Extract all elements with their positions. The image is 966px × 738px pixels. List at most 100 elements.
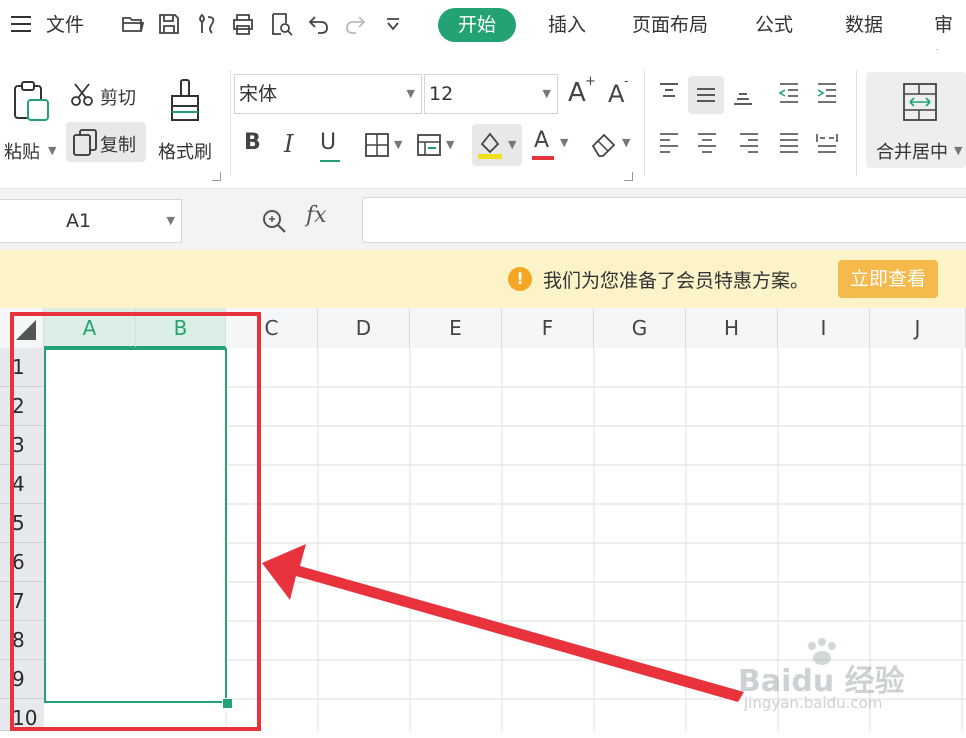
save-icon[interactable] — [156, 11, 182, 37]
align-left-icon — [660, 133, 678, 153]
align-bottom-button[interactable] — [730, 80, 758, 110]
align-center-button[interactable] — [694, 130, 722, 160]
chevron-down-icon: ▼ — [446, 138, 455, 151]
copy-label: 复制 — [100, 135, 136, 156]
copy-icon — [73, 129, 97, 156]
align-right-button[interactable] — [736, 130, 764, 160]
clipboard-icon — [14, 81, 49, 121]
baidu-jingyan-watermark: Baidu 经验 jingyan.baidu.com — [738, 638, 948, 718]
italic-button[interactable]: I — [284, 130, 306, 160]
zoom-search-icon[interactable] — [260, 207, 288, 235]
tab-review[interactable]: 审阅 — [934, 8, 966, 70]
fill-color-button[interactable]: ▼ — [472, 124, 522, 166]
increase-indent-button[interactable] — [814, 80, 842, 110]
paste-button[interactable]: 粘贴 ▼ — [4, 78, 56, 166]
justify-button[interactable] — [776, 130, 804, 160]
name-box-value: A1 — [66, 210, 92, 232]
tab-home[interactable]: 开始 — [438, 8, 517, 42]
name-box[interactable]: A1 ▼ — [0, 199, 182, 243]
align-left-button[interactable] — [656, 130, 684, 160]
formula-input[interactable] — [362, 197, 966, 243]
align-right-icon — [740, 133, 758, 153]
cell-style-button[interactable]: ▼ — [416, 132, 456, 160]
decrease-font-size-button[interactable]: A - — [608, 74, 636, 110]
scissors-icon — [71, 83, 93, 106]
warning-icon: ! — [508, 267, 532, 291]
merge-center-button[interactable]: 合并居中 ▼ — [866, 72, 966, 168]
undo-icon[interactable] — [306, 11, 332, 37]
distributed-align-icon — [816, 134, 838, 153]
plus-icon: + — [585, 74, 596, 89]
increase-font-icon: A — [568, 78, 586, 108]
distributed-align-button[interactable] — [814, 130, 842, 160]
font-name-value: 宋体 — [239, 83, 278, 105]
merge-center-label: 合并居中 — [876, 142, 948, 163]
chevron-down-icon: ▼ — [406, 87, 415, 100]
decrease-font-icon: A — [608, 80, 625, 108]
font-color-button[interactable]: A ▼ — [532, 128, 572, 164]
tab-data[interactable]: 数据 — [845, 8, 883, 42]
file-menu[interactable]: 文件 — [46, 8, 84, 42]
brush-icon — [171, 79, 199, 121]
view-now-button[interactable]: 立即查看 — [838, 260, 938, 298]
font-group-launcher-icon[interactable] — [624, 172, 633, 181]
chevron-down-icon: ▼ — [622, 136, 631, 149]
minus-icon: - — [624, 74, 629, 89]
increase-indent-icon — [817, 83, 836, 103]
cut-label: 剪切 — [100, 88, 136, 109]
customize-dropdown-icon[interactable] — [380, 11, 406, 37]
align-middle-button[interactable] — [688, 76, 724, 114]
font-color-icon: A — [534, 128, 550, 153]
font-name-select[interactable]: 宋体 ▼ — [234, 74, 422, 114]
font-size-select[interactable]: 12 ▼ — [424, 74, 558, 114]
merge-cells-icon — [903, 83, 937, 121]
bold-icon: B — [244, 130, 261, 155]
paint-bucket-icon — [478, 132, 502, 159]
open-folder-icon[interactable] — [120, 11, 146, 37]
chevron-down-icon: ▼ — [560, 136, 569, 149]
print-icon[interactable] — [230, 11, 256, 37]
align-top-button[interactable] — [656, 80, 684, 110]
clipboard-group-launcher-icon[interactable] — [212, 172, 221, 181]
tab-formulas[interactable]: 公式 — [755, 8, 793, 42]
chevron-down-icon: ▼ — [542, 87, 551, 100]
chevron-down-icon: ▼ — [394, 138, 403, 151]
decrease-indent-icon — [778, 83, 798, 103]
print-preview-icon[interactable] — [268, 11, 294, 37]
borders-button[interactable]: ▼ — [364, 132, 404, 160]
spreadsheet-grid[interactable]: A B C D E F G H I J 1 2 3 4 5 6 7 8 9 10… — [0, 308, 966, 731]
eraser-icon — [591, 133, 616, 157]
justify-icon — [780, 133, 798, 153]
align-top-icon — [660, 83, 678, 97]
notice-message: 我们为您准备了会员特惠方案。 — [543, 270, 810, 292]
align-bottom-icon — [734, 93, 752, 105]
paste-dropdown-icon[interactable]: ▼ — [48, 144, 56, 157]
copy-button[interactable]: 复制 — [66, 122, 146, 162]
bold-button[interactable]: B — [244, 130, 266, 160]
decrease-indent-button[interactable] — [776, 80, 804, 110]
tab-page-layout[interactable]: 页面布局 — [632, 8, 708, 42]
cut-button[interactable]: 剪切 — [70, 78, 150, 112]
tab-insert[interactable]: 插入 — [548, 8, 586, 42]
align-center-icon — [698, 133, 716, 153]
underline-icon: U — [320, 130, 337, 155]
menu-bar: 文件 开始 插入 页面布局 公式 数据 审阅 — [0, 0, 966, 70]
font-size-value: 12 — [429, 83, 454, 105]
borders-icon — [365, 133, 389, 157]
clear-format-button[interactable]: ▼ — [590, 130, 634, 162]
hamburger-menu-icon[interactable] — [10, 14, 32, 34]
underline-button[interactable]: U — [320, 130, 342, 164]
insert-function-button[interactable]: fx — [306, 203, 327, 228]
format-paint-icon[interactable] — [194, 11, 220, 37]
format-painter-button[interactable]: 格式刷 — [156, 78, 218, 166]
chevron-down-icon: ▼ — [954, 144, 963, 157]
member-offer-notice: ! 我们为您准备了会员特惠方案。 立即查看 — [0, 250, 966, 308]
redo-icon[interactable] — [342, 11, 368, 37]
separator — [644, 70, 645, 176]
align-middle-icon — [697, 88, 715, 102]
increase-font-size-button[interactable]: A + — [568, 74, 596, 110]
cell-style-icon — [417, 134, 441, 156]
chevron-down-icon: ▼ — [508, 138, 517, 151]
separator — [230, 70, 231, 176]
ribbon: 粘贴 ▼ 剪切 复制 格式刷 宋体 ▼ 12 ▼ A + A - B I U ▼… — [0, 50, 966, 188]
